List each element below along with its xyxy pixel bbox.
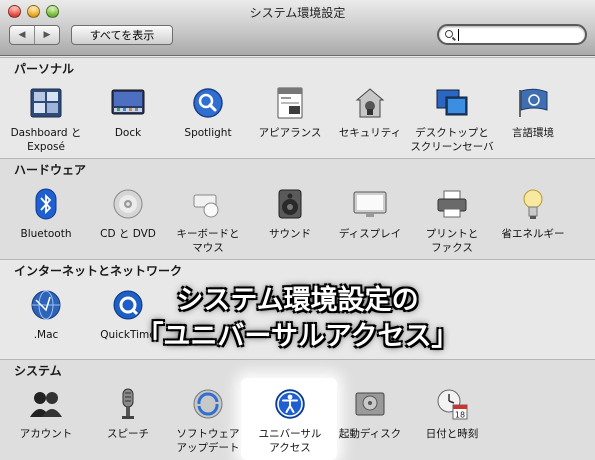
- software-update-icon: [191, 387, 225, 421]
- pane-label-line2: Exposé: [27, 141, 65, 153]
- dashboard-expose-icon: [29, 86, 63, 120]
- print-fax-icon: [435, 187, 469, 221]
- pane-label: デスクトップと: [415, 127, 489, 139]
- pane-label: 日付と時刻: [425, 428, 479, 440]
- pane-label: 言語環境: [512, 127, 554, 139]
- section-heading-hardware: ハードウェア: [14, 163, 87, 177]
- back-forward-control: ◀ ▶: [9, 25, 60, 45]
- section-heading-personal: パーソナル: [14, 62, 75, 76]
- spotlight-icon: [191, 86, 225, 120]
- section-hardware: ハードウェア Bluetooth CD と DVD キーボードと マウス サウン…: [0, 158, 595, 259]
- pane-label: Bluetooth: [20, 228, 72, 240]
- pane-label-line2: アップデート: [176, 442, 240, 454]
- pane-software-update[interactable]: ソフトウェア アップデート: [166, 387, 250, 455]
- caption-line-1: システム環境設定の: [176, 285, 419, 316]
- pane-label: Dock: [114, 127, 142, 139]
- pane-dashboard-expose[interactable]: Dashboard と Exposé: [4, 86, 88, 154]
- pane-cd-dvd[interactable]: CD と DVD: [86, 187, 170, 241]
- pane-accounts[interactable]: アカウント: [4, 387, 88, 441]
- universal-access-icon: [273, 387, 307, 421]
- back-button[interactable]: ◀: [10, 26, 34, 44]
- pane-label: スピーチ: [107, 428, 149, 440]
- pane-print-fax[interactable]: プリントと ファクス: [410, 187, 494, 255]
- caption-overlay: システム環境設定の 「ユニバーサルアクセス」: [0, 283, 595, 355]
- accounts-icon: [29, 387, 63, 421]
- forward-button[interactable]: ▶: [34, 26, 59, 44]
- pane-startup-disk[interactable]: 起動ディスク: [328, 387, 412, 441]
- pane-label: アカウント: [19, 428, 73, 440]
- dock-icon: [111, 86, 145, 120]
- pane-label: ソフトウェア: [176, 428, 240, 440]
- pane-label-line2: ファクス: [431, 242, 473, 254]
- pane-sound[interactable]: サウンド: [248, 187, 332, 241]
- pane-label-line2: スクリーンセーバ: [410, 141, 494, 153]
- caption-line-2: 「ユニバーサルアクセス」: [136, 321, 459, 352]
- section-heading-system: システム: [14, 364, 62, 378]
- pane-date-time[interactable]: 18 日付と時刻: [410, 387, 494, 441]
- pane-label: Dashboard と: [10, 127, 82, 139]
- back-arrow-icon: ◀: [18, 30, 26, 40]
- pane-label: CD と DVD: [100, 228, 156, 240]
- pane-energy-saver[interactable]: 省エネルギー: [491, 187, 575, 241]
- pane-label: 省エネルギー: [501, 228, 565, 240]
- cd-dvd-icon: [111, 187, 145, 221]
- speech-icon: [111, 387, 145, 421]
- titlebar: システム環境設定 ◀ ▶ すべてを表示: [0, 0, 595, 56]
- sound-icon: [273, 187, 307, 221]
- display-icon: [353, 187, 387, 221]
- energy-saver-icon: [516, 187, 550, 221]
- window-title: システム環境設定: [249, 6, 346, 20]
- appearance-icon: [273, 86, 307, 120]
- pane-label: Spotlight: [184, 127, 232, 139]
- desktop-screensaver-icon: [435, 86, 469, 120]
- search-icon: [445, 30, 453, 38]
- pane-label: セキュリティ: [338, 127, 402, 139]
- pane-speech[interactable]: スピーチ: [86, 387, 170, 441]
- pane-label: 起動ディスク: [338, 428, 402, 440]
- pane-label-line2: マウス: [192, 242, 224, 254]
- pane-label: プリントと: [425, 228, 479, 240]
- keyboard-mouse-icon: [191, 187, 225, 221]
- pane-display[interactable]: ディスプレイ: [328, 187, 412, 241]
- show-all-button[interactable]: すべてを表示: [71, 25, 173, 45]
- security-icon: [353, 86, 387, 120]
- pane-keyboard-mouse[interactable]: キーボードと マウス: [166, 187, 250, 255]
- pane-label: アピアランス: [258, 127, 322, 139]
- system-preferences-window: システム環境設定 ◀ ▶ すべてを表示 パーソナル Dashboard と Ex…: [0, 0, 595, 460]
- pane-label: キーボードと: [176, 228, 240, 240]
- international-icon: [516, 86, 550, 120]
- pane-spotlight[interactable]: Spotlight: [166, 86, 250, 140]
- pane-international[interactable]: 言語環境: [491, 86, 575, 140]
- pane-bluetooth[interactable]: Bluetooth: [4, 187, 88, 241]
- section-heading-internet: インターネットとネットワーク: [14, 264, 183, 278]
- calendar-day-label: 18: [455, 411, 465, 420]
- pane-label: ユニバーサル: [258, 428, 322, 440]
- pane-dock[interactable]: Dock: [86, 86, 170, 140]
- forward-arrow-icon: ▶: [43, 30, 51, 40]
- pane-universal-access[interactable]: ユニバーサル アクセス: [248, 387, 332, 455]
- date-time-icon: 18: [435, 387, 469, 421]
- pane-security[interactable]: セキュリティ: [328, 86, 412, 140]
- bluetooth-icon: [29, 187, 63, 221]
- pane-desktop-screensaver[interactable]: デスクトップと スクリーンセーバ: [410, 86, 494, 154]
- pane-label: サウンド: [269, 228, 311, 240]
- section-personal: パーソナル Dashboard と Exposé Dock Spotlight: [0, 57, 595, 158]
- pane-label: ディスプレイ: [338, 228, 402, 240]
- text-caret: [458, 29, 459, 41]
- pane-label-line2: アクセス: [269, 442, 311, 454]
- search-field[interactable]: [437, 24, 587, 45]
- pane-appearance[interactable]: アピアランス: [248, 86, 332, 140]
- startup-disk-icon: [353, 387, 387, 421]
